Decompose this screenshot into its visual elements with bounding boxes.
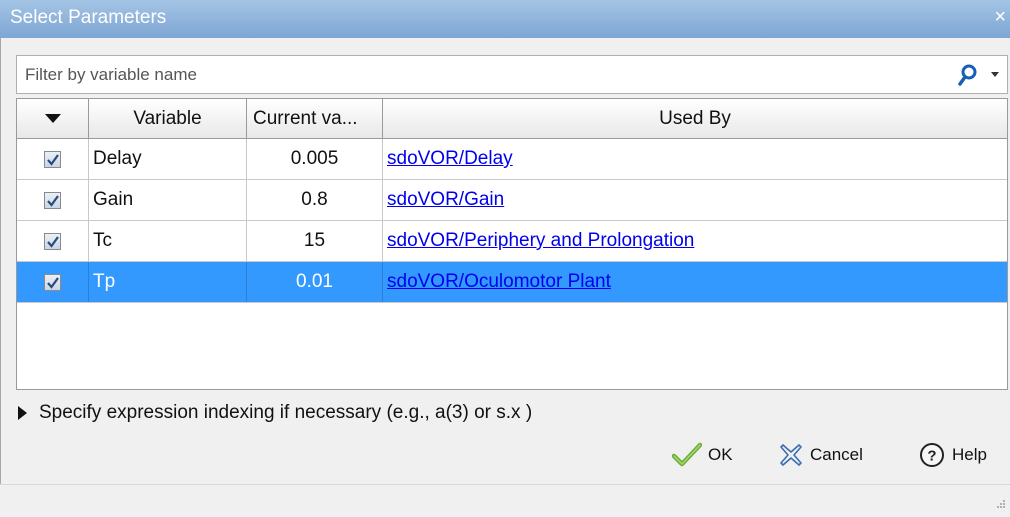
- row-checkbox-cell: [17, 180, 89, 220]
- current-value-cell[interactable]: 0.01: [247, 262, 383, 302]
- current-value-cell[interactable]: 0.005: [247, 139, 383, 179]
- row-checkbox[interactable]: [44, 232, 61, 250]
- select-column-header[interactable]: [17, 99, 89, 138]
- variable-cell: Tp: [89, 262, 247, 302]
- resize-grip-icon[interactable]: [994, 497, 1006, 509]
- expand-triangle-icon[interactable]: [18, 406, 27, 420]
- filter-box: [16, 55, 1008, 94]
- used-by-link[interactable]: sdoVOR/Periphery and Prolongation: [387, 230, 694, 252]
- used-by-cell: sdoVOR/Delay: [383, 139, 1007, 179]
- used-by-cell: sdoVOR/Oculomotor Plant: [383, 262, 1007, 302]
- used-by-link[interactable]: sdoVOR/Oculomotor Plant: [387, 271, 611, 293]
- table-row-selected[interactable]: Tp 0.01 sdoVOR/Oculomotor Plant: [17, 262, 1007, 303]
- svg-text:?: ?: [927, 448, 936, 465]
- table-row[interactable]: Tc 15 sdoVOR/Periphery and Prolongation: [17, 221, 1007, 262]
- variable-column-header[interactable]: Variable: [89, 99, 247, 138]
- select-menu-chevron-down-icon[interactable]: [44, 114, 61, 123]
- close-icon[interactable]: ×: [994, 6, 1006, 29]
- used-by-link[interactable]: sdoVOR/Gain: [387, 189, 504, 211]
- row-checkbox-cell: [17, 139, 89, 179]
- current-value-cell[interactable]: 0.8: [247, 180, 383, 220]
- table-row[interactable]: Gain 0.8 sdoVOR/Gain: [17, 180, 1007, 221]
- variable-cell: Gain: [89, 180, 247, 220]
- ok-button[interactable]: OK: [672, 437, 733, 473]
- current-value-column-header[interactable]: Current va...: [247, 99, 383, 138]
- variable-cell: Tc: [89, 221, 247, 261]
- used-by-cell: sdoVOR/Periphery and Prolongation: [383, 221, 1007, 261]
- checkmark-icon: [672, 442, 702, 467]
- table-row[interactable]: Delay 0.005 sdoVOR/Delay: [17, 139, 1007, 180]
- row-checkbox[interactable]: [44, 150, 61, 168]
- used-by-column-header[interactable]: Used By: [383, 99, 1007, 138]
- cancel-x-icon: [780, 444, 802, 466]
- help-button-label: Help: [952, 445, 987, 464]
- indexing-expander[interactable]: Specify expression indexing if necessary…: [18, 402, 532, 424]
- filter-input[interactable]: [17, 56, 937, 93]
- parameters-table: Variable Current va... Used By Delay 0.0…: [16, 98, 1008, 390]
- help-button[interactable]: ? Help: [918, 437, 987, 473]
- variable-cell: Delay: [89, 139, 247, 179]
- row-checkbox[interactable]: [44, 273, 61, 291]
- window-title: Select Parameters: [10, 7, 167, 28]
- row-checkbox-cell: [17, 221, 89, 261]
- status-bar: [0, 484, 1010, 517]
- row-checkbox-cell: [17, 262, 89, 302]
- row-checkbox[interactable]: [44, 191, 61, 209]
- cancel-button-label: Cancel: [810, 445, 863, 464]
- current-value-cell[interactable]: 15: [247, 221, 383, 261]
- title-bar: Select Parameters ×: [0, 0, 1010, 38]
- used-by-link[interactable]: sdoVOR/Delay: [387, 148, 513, 170]
- search-icon[interactable]: [957, 63, 979, 87]
- ok-button-label: OK: [708, 445, 733, 464]
- table-header: Variable Current va... Used By: [17, 99, 1007, 139]
- used-by-cell: sdoVOR/Gain: [383, 180, 1007, 220]
- indexing-expander-label: Specify expression indexing if necessary…: [39, 402, 533, 423]
- help-question-icon: ?: [920, 443, 944, 467]
- filter-options-chevron-down-icon[interactable]: [991, 72, 999, 77]
- cancel-button[interactable]: Cancel: [778, 437, 863, 473]
